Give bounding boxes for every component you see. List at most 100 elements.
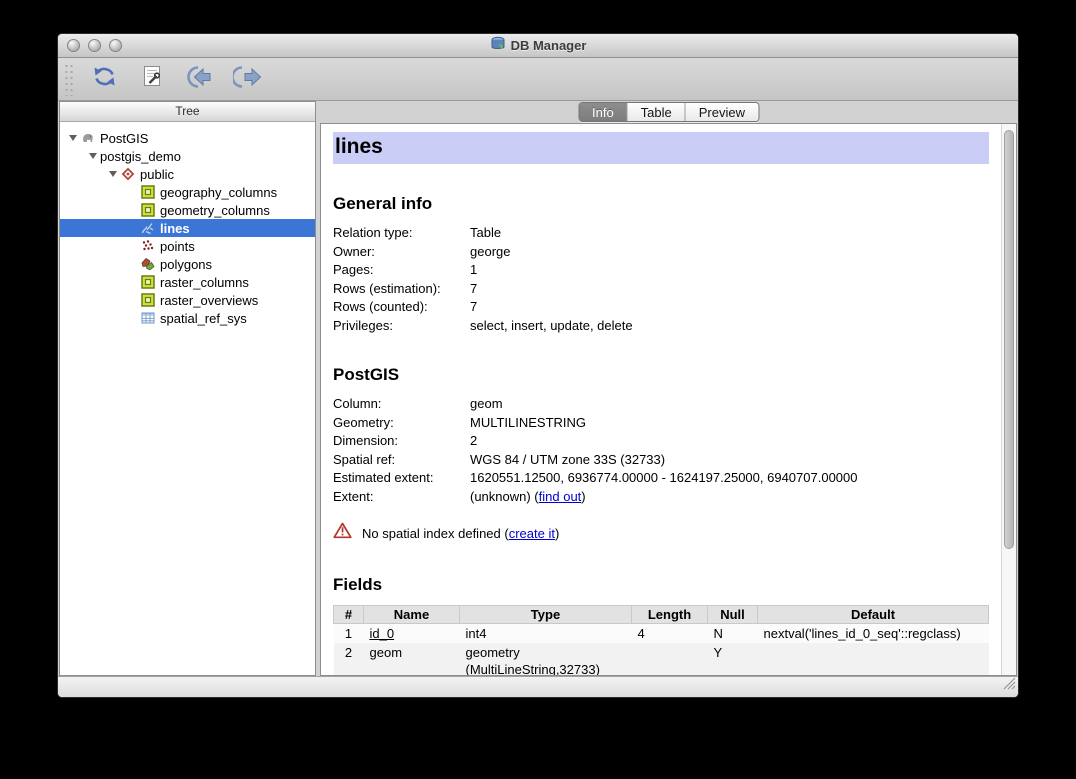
disclosure-triangle: [126, 309, 140, 327]
tree-item-spatial_ref_sys[interactable]: spatial_ref_sys: [60, 309, 315, 327]
info-label: Extent:: [333, 488, 470, 507]
layer-square-icon: [140, 275, 156, 289]
tree-item-lines[interactable]: lines: [60, 219, 315, 237]
field-cell: int4: [460, 624, 632, 644]
info-value: george: [470, 243, 989, 262]
disclosure-triangle: [126, 237, 140, 255]
window-title: DB Manager: [490, 36, 587, 55]
tree-item-label: spatial_ref_sys: [160, 311, 247, 326]
db-manager-app-icon: [490, 36, 506, 55]
disclosure-triangle[interactable]: [66, 129, 80, 147]
tab-table[interactable]: Table: [628, 103, 686, 121]
refresh-button[interactable]: [84, 62, 124, 96]
tree-item-label: polygons: [160, 257, 212, 272]
info-value: select, insert, update, delete: [470, 317, 989, 336]
import-layer-icon: [185, 66, 216, 93]
tree-item-label: raster_columns: [160, 275, 249, 290]
tree-item-geography_columns[interactable]: geography_columns: [60, 183, 315, 201]
status-bar: [58, 676, 1018, 697]
field-row-geom: 2geomgeometry (MultiLineString,32733)Y: [334, 643, 989, 675]
toolbar: [58, 58, 1018, 101]
polygon-geometry-icon: [140, 257, 156, 271]
tab-preview[interactable]: Preview: [686, 103, 758, 121]
general-info-rows: Relation type:TableOwner:georgePages:1Ro…: [333, 224, 989, 335]
info-label: Privileges:: [333, 317, 470, 336]
tree-item-raster_columns[interactable]: raster_columns: [60, 273, 315, 291]
field-row-id_0: 1id_0int44Nnextval('lines_id_0_seq'::reg…: [334, 624, 989, 644]
disclosure-triangle: [126, 219, 140, 237]
info-value: 2: [470, 432, 989, 451]
tab-control: InfoTablePreview: [578, 102, 759, 122]
column-header-default: Default: [758, 606, 989, 624]
warning-text: No spatial index defined (create it): [362, 524, 559, 544]
import-layer-button[interactable]: [180, 62, 220, 96]
column-header-name: Name: [364, 606, 460, 624]
field-cell: Y: [708, 643, 758, 675]
field-cell: N: [708, 624, 758, 644]
general-info-heading: General info: [333, 194, 989, 214]
layer-square-icon: [140, 185, 156, 199]
vertical-scrollbar[interactable]: [1001, 124, 1016, 675]
zoom-button[interactable]: [109, 39, 122, 52]
tree-item-points[interactable]: points: [60, 237, 315, 255]
tree-item-public[interactable]: public: [60, 165, 315, 183]
tree-item-label: lines: [160, 221, 190, 236]
info-label: Spatial ref:: [333, 451, 470, 470]
traffic-lights: [67, 39, 122, 52]
column-header-num: #: [334, 606, 364, 624]
column-header-null: Null: [708, 606, 758, 624]
disclosure-triangle[interactable]: [86, 147, 100, 165]
main-area: Tree PostGISpostgis_demopublic geography_…: [58, 101, 1018, 676]
tree-item-label: geometry_columns: [160, 203, 270, 218]
point-geometry-icon: [140, 239, 156, 253]
schema-diamond-icon: [120, 167, 136, 181]
info-value: 7: [470, 298, 989, 317]
info-label: Relation type:: [333, 224, 470, 243]
disclosure-triangle: [126, 201, 140, 219]
info-value: 1: [470, 261, 989, 280]
resize-grip-icon[interactable]: [1003, 677, 1016, 695]
disclosure-triangle: [126, 273, 140, 291]
minimize-button[interactable]: [88, 39, 101, 52]
tree-item-label: PostGIS: [100, 131, 148, 146]
tree-item-raster_overviews[interactable]: raster_overviews: [60, 291, 315, 309]
layer-square-icon: [140, 203, 156, 217]
info-label: Pages:: [333, 261, 470, 280]
create-it-link[interactable]: create it: [509, 526, 555, 541]
spatial-index-warning: No spatial index defined (create it): [333, 522, 989, 545]
disclosure-triangle[interactable]: [106, 165, 120, 183]
tree-item-postgis_demo[interactable]: postgis_demo: [60, 147, 315, 165]
fields-table: #NameTypeLengthNullDefault 1id_0int44Nne…: [333, 605, 989, 675]
info-value: MULTILINESTRING: [470, 414, 989, 433]
layer-square-icon: [140, 293, 156, 307]
sql-window-icon: [141, 64, 163, 94]
fields-table-body: 1id_0int44Nnextval('lines_id_0_seq'::reg…: [334, 624, 989, 676]
export-layer-button[interactable]: [228, 62, 268, 96]
title-bar[interactable]: DB Manager: [58, 34, 1018, 58]
tree-item-polygons[interactable]: polygons: [60, 255, 315, 273]
info-label: Rows (estimation):: [333, 280, 470, 299]
info-content: lines General info Relation type:TableOw…: [320, 123, 1017, 676]
tree-panel: Tree PostGISpostgis_demopublic geography_…: [59, 101, 316, 676]
field-cell: 1: [334, 624, 364, 644]
tree-list: PostGISpostgis_demopublic geography_colum…: [60, 122, 315, 327]
disclosure-triangle: [126, 183, 140, 201]
tree-item-geometry_columns[interactable]: geometry_columns: [60, 201, 315, 219]
tree-item-PostGIS[interactable]: PostGIS: [60, 129, 315, 147]
field-cell: geom: [364, 643, 460, 675]
tree-item-label: geography_columns: [160, 185, 277, 200]
column-header-length: Length: [632, 606, 708, 624]
fields-table-header-row: #NameTypeLengthNullDefault: [334, 606, 989, 624]
close-button[interactable]: [67, 39, 80, 52]
info-label: Geometry:: [333, 414, 470, 433]
postgis-elephant-icon: [80, 131, 96, 145]
info-value: Table: [470, 224, 989, 243]
tree-panel-header: Tree: [60, 102, 315, 122]
find-out-link[interactable]: find out: [539, 489, 582, 504]
sql-window-button[interactable]: [132, 62, 172, 96]
db-manager-window: DB Manager Tree PostGISpostgis_demopubli…: [57, 33, 1019, 698]
scrollbar-thumb[interactable]: [1004, 130, 1014, 549]
tab-info[interactable]: Info: [579, 103, 628, 121]
info-label: Dimension:: [333, 432, 470, 451]
toolbar-drag-handle[interactable]: [63, 62, 74, 96]
